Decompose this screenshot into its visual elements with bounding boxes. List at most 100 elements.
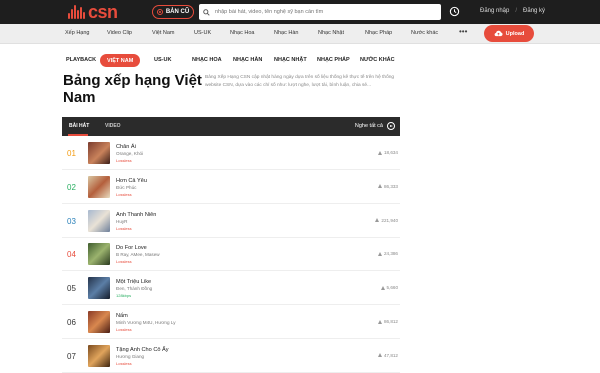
song-title[interactable]: Anh Thanh Niên — [116, 212, 156, 218]
song-quality-badge: Lossless — [116, 327, 132, 332]
song-rank: 06 — [67, 318, 76, 327]
song-artist[interactable]: Đức Phúc — [116, 185, 136, 190]
nav-item-nuoc-khac[interactable]: Nước khác — [411, 30, 438, 36]
album-cover[interactable] — [88, 142, 110, 164]
tab-us-uk[interactable]: US-UK — [154, 57, 171, 63]
song-artist[interactable]: B Ray, AMee, Masew — [116, 252, 160, 257]
record-icon — [156, 9, 163, 15]
album-cover[interactable] — [88, 209, 110, 232]
views-count: 18,634 — [383, 150, 398, 155]
song-title[interactable]: Nấm — [116, 313, 128, 319]
tab-nhac-nhat[interactable]: NHẠC NHẬT — [274, 57, 307, 63]
song-quality-badge: Lossless — [116, 225, 132, 231]
album-cover[interactable] — [88, 311, 110, 333]
song-title[interactable]: Tặng Anh Cho Cô Ấy — [116, 347, 169, 353]
song-views: 18,634 — [377, 150, 398, 155]
song-rank: 07 — [67, 351, 76, 361]
song-row[interactable]: 03 Anh Thanh Niên HuyR Lossless 221,940 — [62, 205, 400, 238]
nav-item-video-clip[interactable]: Video Clip — [107, 30, 132, 36]
song-rank: 03 — [67, 216, 76, 226]
active-tab-indicator — [68, 134, 88, 136]
song-artist[interactable]: Đen, Thành Đồng — [116, 286, 152, 291]
headphone-icon — [377, 319, 382, 324]
headphone-icon — [380, 285, 385, 290]
song-quality-badge: Lossless — [116, 158, 132, 163]
auth-links: Đăng nhập / Đăng ký — [480, 8, 545, 14]
song-title[interactable]: Một Triệu Like — [116, 279, 151, 285]
logo-bars-icon — [68, 5, 85, 19]
tab-nhac-phap[interactable]: NHẠC PHÁP — [317, 57, 350, 63]
song-quality-badge: Lossless — [116, 259, 132, 265]
upload-button[interactable]: Upload — [484, 25, 534, 42]
logo-text: csn — [88, 2, 118, 22]
views-count: 221,940 — [381, 217, 398, 223]
login-link[interactable]: Đăng nhập — [480, 8, 509, 14]
nav-item-us-uk[interactable]: US-UK — [194, 30, 211, 36]
song-rank: 02 — [67, 182, 76, 192]
song-quality-badge: 128kbps — [116, 293, 132, 299]
csn-logo[interactable]: csn — [68, 3, 118, 21]
tab-songs[interactable]: BÀI HÁT — [69, 123, 89, 129]
nav-item-nhac-nhat[interactable]: Nhạc Nhật — [318, 30, 344, 36]
song-row[interactable]: 02 Hơn Cả Yêu Đức Phúc Lossless 86,333 — [62, 171, 400, 204]
song-row[interactable]: 06 Nấm Minh Vương M4U, Hương Ly Lossless… — [62, 306, 400, 339]
song-views: 47,812 — [377, 352, 398, 358]
nav-item-nhac-hoa[interactable]: Nhạc Hoa — [230, 30, 254, 36]
auth-separator: / — [515, 8, 518, 14]
song-artist[interactable]: Orange, Khói — [116, 151, 143, 156]
album-cover[interactable] — [88, 344, 110, 367]
song-artist[interactable]: Hương Giang — [116, 354, 144, 359]
cloud-upload-icon — [494, 30, 503, 37]
upload-label: Upload — [505, 30, 525, 37]
song-row[interactable]: 05 Một Triệu Like Đen, Thành Đồng 128kbp… — [62, 272, 400, 306]
old-version-button[interactable]: BẢN CŨ — [152, 5, 194, 19]
play-all-label: Nghe tất cả — [354, 123, 383, 129]
album-cover[interactable] — [88, 243, 110, 266]
song-title[interactable]: Do For Love — [116, 245, 147, 251]
register-link[interactable]: Đăng ký — [523, 8, 545, 14]
tab-videos[interactable]: VIDEO — [105, 123, 121, 129]
old-version-label: BẢN CŨ — [165, 9, 190, 15]
nav-item-nhac-phap[interactable]: Nhạc Pháp — [365, 30, 392, 36]
song-title[interactable]: Hơn Cả Yêu — [116, 178, 147, 184]
play-circle-icon — [387, 122, 395, 130]
tab-nhac-hoa[interactable]: NHẠC HOA — [192, 57, 222, 63]
views-count: 24,386 — [383, 251, 398, 257]
nav-item-xep-hang[interactable]: Xếp Hạng — [65, 30, 89, 36]
search-box[interactable] — [199, 4, 441, 20]
nav-item-nhac-han[interactable]: Nhạc Hàn — [274, 30, 298, 36]
headphone-icon — [375, 218, 380, 223]
history-icon[interactable] — [449, 6, 460, 17]
song-views: 86,333 — [377, 183, 398, 189]
song-quality-badge: Lossless — [116, 191, 132, 197]
tab-viet-nam[interactable]: VIỆT NAM — [100, 54, 141, 67]
search-icon — [203, 8, 210, 16]
views-count: 47,812 — [383, 352, 398, 358]
song-row[interactable]: 04 Do For Love B Ray, AMee, Masew Lossle… — [62, 238, 400, 272]
song-rank: 05 — [67, 284, 76, 294]
chart-description: Bảng Xếp Hạng CSN cập nhật hàng ngày dựa… — [205, 75, 395, 88]
list-header: BÀI HÁT VIDEO Nghe tất cả — [62, 117, 400, 136]
search-input[interactable] — [215, 9, 435, 15]
song-row[interactable]: 01 Chân Ái Orange, Khói Lossless 18,634 — [62, 137, 400, 170]
album-cover[interactable] — [88, 277, 110, 300]
headphone-icon — [377, 150, 382, 155]
song-artist[interactable]: HuyR — [116, 219, 128, 224]
song-artist[interactable]: Minh Vương M4U, Hương Ly — [116, 320, 176, 325]
tab-playback[interactable]: PLAYBACK — [66, 57, 96, 63]
views-count: 86,333 — [383, 183, 398, 189]
play-all-button[interactable]: Nghe tất cả — [355, 122, 395, 130]
tab-nhac-han[interactable]: NHẠC HÀN — [233, 57, 262, 63]
headphone-icon — [377, 251, 382, 256]
nav-item-viet-nam[interactable]: Việt Nam — [152, 30, 175, 36]
top-bar: csn BẢN CŨ Đăng nhập / Đăng ký — [0, 0, 600, 24]
song-row[interactable]: 07 Tặng Anh Cho Cô Ấy Hương Giang Lossle… — [62, 340, 400, 373]
more-menu-icon[interactable]: ••• — [459, 28, 467, 36]
song-rank: 01 — [67, 149, 76, 158]
album-cover[interactable] — [88, 175, 110, 198]
song-views: 24,386 — [377, 251, 398, 257]
tab-nuoc-khac[interactable]: NƯỚC KHÁC — [360, 57, 395, 63]
page-title: Bảng xếp hạng Việt Nam — [63, 72, 202, 106]
song-views: 5,660 — [380, 285, 398, 290]
song-title[interactable]: Chân Ái — [116, 144, 136, 150]
